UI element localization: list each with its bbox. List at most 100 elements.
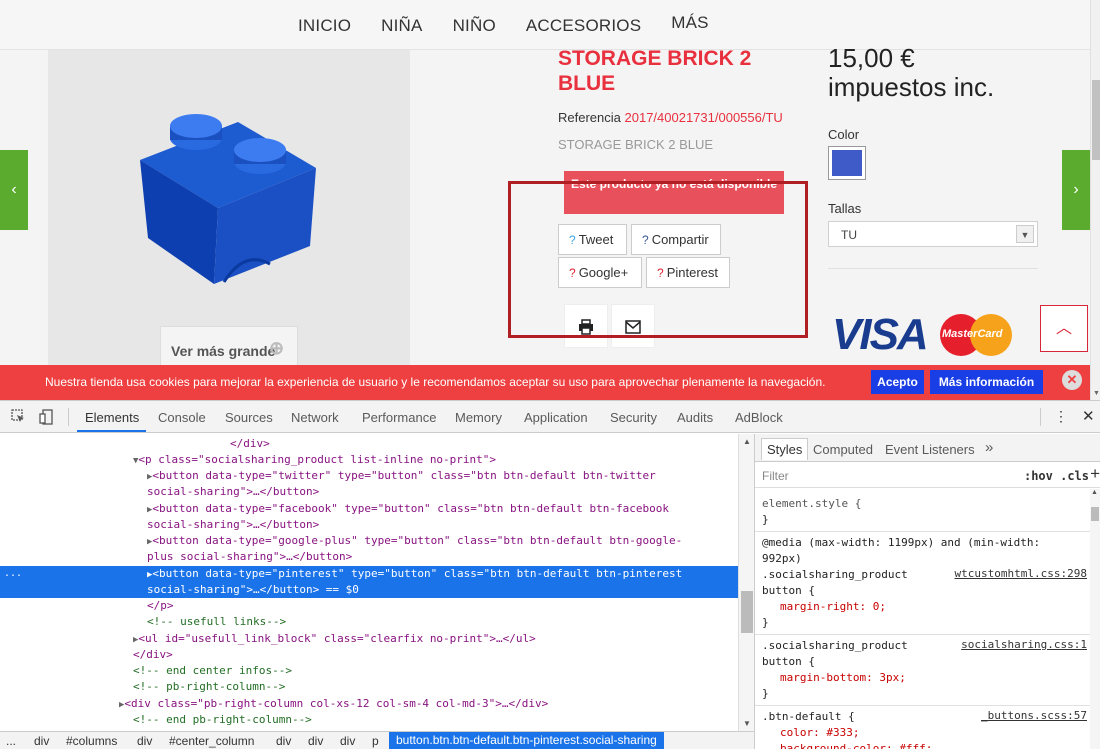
dom-node[interactable]: social-sharing">…</button> [0,484,738,500]
breadcrumb-item[interactable]: div [34,734,49,748]
breadcrumb-item[interactable]: #center_column [169,734,254,748]
rule-source-link[interactable]: _buttons.scss:57 [981,709,1087,722]
annotation-highlight-box [508,181,808,338]
breadcrumb-selected[interactable]: button.btn.btn-default.btn-pinterest.soc… [389,732,664,749]
website-viewport: INICIO NIÑA NIÑO ACCESORIOS MÁS ‹ › Ver … [0,0,1100,400]
tab-security[interactable]: Security [610,410,657,425]
product-info: STORAGE BRICK 2 BLUE Referencia 2017/400… [558,46,798,152]
close-icon[interactable]: ✕ [1082,407,1095,425]
device-toolbar-icon[interactable] [38,409,54,425]
dom-node-selected[interactable]: social-sharing">…</button> == $0 [0,582,738,598]
lego-brick-image [140,114,316,284]
tab-event-listeners[interactable]: Event Listeners [885,442,975,457]
dom-node[interactable]: </div> [0,436,738,452]
more-tabs-icon[interactable]: » [985,439,993,456]
rule-source-link[interactable]: socialsharing.css:1 [961,638,1087,651]
breadcrumb-item[interactable]: div [308,734,323,748]
dom-node[interactable]: <!-- end center infos--> [0,663,738,679]
view-larger-button[interactable]: Ver más grande ⊕ [160,326,298,370]
more-options-icon[interactable]: ⋮ [1054,408,1068,425]
breadcrumb-item[interactable]: div [340,734,355,748]
styles-tab-bar: Styles Computed Event Listeners » [755,434,1100,462]
view-larger-label: Ver más grande [171,343,276,359]
breadcrumb-item[interactable]: div [276,734,291,748]
nav-item-inicio[interactable]: INICIO [298,16,351,36]
top-navigation: INICIO NIÑA NIÑO ACCESORIOS MÁS [0,0,1090,50]
dom-node[interactable]: <!-- end pb-right-column--> [0,712,738,728]
tab-audits[interactable]: Audits [677,410,713,425]
reference-label: Referencia [558,110,621,125]
devtools-tab-bar: Elements Console Sources Network Perform… [0,401,1100,433]
product-title: STORAGE BRICK 2 BLUE [558,47,752,95]
scroll-to-top-button[interactable]: ︿ [1040,305,1088,352]
styles-filter[interactable]: Filter :hov .cls + [755,462,1100,488]
dom-node[interactable]: <!-- usefull links--> [0,614,738,630]
visa-logo: VISA [832,310,929,359]
size-label: Tallas [828,201,862,216]
close-icon[interactable]: ✕ [1062,370,1082,390]
dom-node[interactable]: ▶<div class="pb-right-column col-xs-12 c… [0,696,738,712]
css-property[interactable]: color: #333; [780,725,859,741]
styles-scrollbar[interactable]: ▲ [1090,489,1100,749]
accept-cookies-button[interactable]: Acepto [871,370,924,394]
dom-node[interactable]: ▶<button data-type="facebook" type="butt… [0,501,738,517]
more-info-button[interactable]: Más información [930,370,1043,394]
css-property[interactable]: margin-right: 0; [780,599,886,615]
chevron-down-icon: ▼ [1016,225,1034,243]
tab-elements[interactable]: Elements [85,410,139,425]
tab-memory[interactable]: Memory [455,410,502,425]
reference-value: 2017/40021731/000556/TU [624,110,783,125]
breadcrumb-item[interactable]: #columns [66,734,117,748]
next-product-arrow[interactable]: › [1062,150,1090,230]
tab-network[interactable]: Network [291,410,339,425]
tab-computed[interactable]: Computed [813,442,873,457]
devtools-panel: Elements Console Sources Network Perform… [0,400,1100,749]
dom-node[interactable]: plus social-sharing">…</button> [0,549,738,565]
product-image[interactable]: Ver más grande ⊕ [48,50,410,370]
node-actions-icon[interactable]: ... [4,566,22,582]
dom-node[interactable]: <!-- pb-right-column--> [0,679,738,695]
dom-node[interactable]: ▶<button data-type="twitter" type="butto… [0,468,738,484]
tab-styles[interactable]: Styles [761,438,809,460]
css-property[interactable]: margin-bottom: 3px; [780,670,906,686]
tab-sources[interactable]: Sources [225,410,273,425]
dom-node[interactable]: ▼<p class="socialsharing_product list-in… [0,452,738,468]
new-rule-icon[interactable]: + [1090,464,1100,484]
inspect-element-icon[interactable] [10,409,26,425]
nav-item-mas[interactable]: MÁS [671,13,708,33]
tab-performance[interactable]: Performance [362,410,436,425]
tab-application[interactable]: Application [524,410,588,425]
breadcrumb-item[interactable]: div [137,734,152,748]
breadcrumb-item[interactable]: ... [6,734,16,748]
elements-tree[interactable]: </div> ▼<p class="socialsharing_product … [0,434,738,731]
dom-node[interactable]: ▶<ul id="usefull_link_block" class="clea… [0,631,738,647]
dom-node[interactable]: </p> [0,598,738,614]
dom-breadcrumb: ... div #columns div #center_column div … [0,731,754,749]
color-label: Color [828,127,860,142]
previous-product-arrow[interactable]: ‹ [0,150,28,230]
nav-item-nina[interactable]: NIÑA [381,16,422,36]
cookie-banner: Nuestra tienda usa cookies para mejorar … [0,365,1090,400]
filter-input[interactable]: Filter [762,469,789,483]
size-select[interactable]: TU ▼ [828,221,1038,247]
nav-item-nino[interactable]: NIÑO [453,16,496,36]
zoom-in-icon: ⊕ [269,338,285,358]
page-scrollbar[interactable]: ▼ [1090,0,1100,400]
nav-item-accesorios[interactable]: ACCESORIOS [526,16,641,36]
color-swatch-blue[interactable] [828,146,866,180]
dom-node-selected[interactable]: ... ▶<button data-type="pinterest" type="… [0,566,738,582]
styles-sidebar: Styles Computed Event Listeners » Filter… [754,434,1100,749]
tab-adblock[interactable]: AdBlock [735,410,783,425]
elements-scrollbar[interactable]: ▲ ▼ [738,434,754,731]
breadcrumb-item[interactable]: p [372,734,379,748]
mastercard-logo: MasterCard [940,314,1012,356]
dom-node[interactable]: </div> [0,647,738,663]
dom-node[interactable]: social-sharing">…</button> [0,517,738,533]
product-price: 15,00 € impuestos inc. [828,43,995,102]
dom-node[interactable]: ▶<button data-type="google-plus" type="b… [0,533,738,549]
hov-cls-toggles[interactable]: :hov .cls [1024,469,1089,483]
product-subtitle: STORAGE BRICK 2 BLUE [558,137,714,152]
divider [828,268,1038,269]
tab-console[interactable]: Console [158,410,206,425]
rule-source-link[interactable]: wtcustomhtml.css:298 [955,567,1087,580]
